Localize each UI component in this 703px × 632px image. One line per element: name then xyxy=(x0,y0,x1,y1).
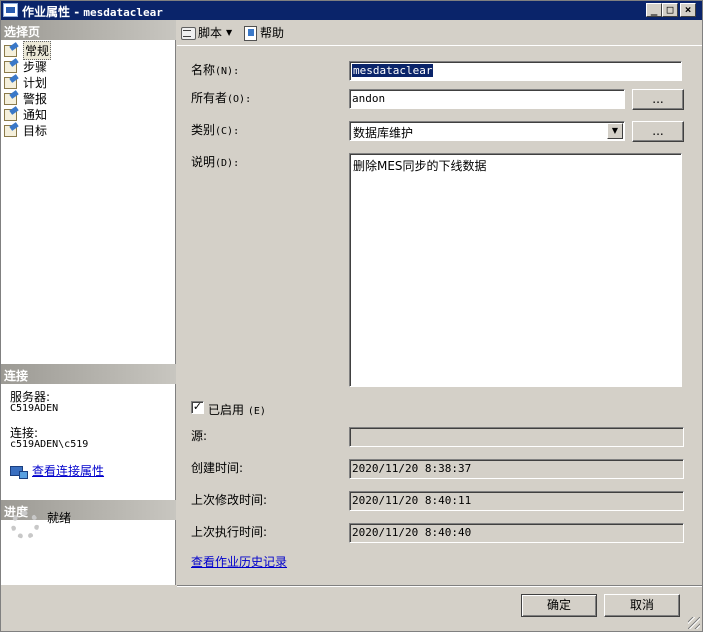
owner-input[interactable]: andon xyxy=(349,89,625,109)
property-page-icon xyxy=(3,124,20,137)
owner-browse-button[interactable]: ... xyxy=(632,89,684,110)
view-connection-properties-link[interactable]: 查看连接属性 xyxy=(10,462,104,479)
window-title: 作业属性 - mesdataclear xyxy=(22,5,163,19)
property-page-icon xyxy=(3,44,20,57)
description-label: 说明(D): xyxy=(191,155,240,169)
job-properties-window: 作业属性 - mesdataclear _ □ × 选择页 常规 步骤 计划 警… xyxy=(0,0,703,632)
title-bar[interactable]: 作业属性 - mesdataclear _ □ × xyxy=(1,1,702,20)
left-pane: 选择页 常规 步骤 计划 警报 通知 目标 连接 服务器: C519ADEN 连… xyxy=(1,20,176,585)
connection-info: 连接: c519ADEN\c519 xyxy=(10,426,89,450)
close-button[interactable]: × xyxy=(680,3,696,17)
minimize-button[interactable]: _ xyxy=(646,3,662,17)
nav-item-targets[interactable]: 目标 xyxy=(3,122,51,138)
created-field: 2020/11/20 8:38:37 xyxy=(349,459,684,479)
page-nav-list: 常规 步骤 计划 警报 通知 目标 xyxy=(3,40,52,138)
window-app-icon[interactable] xyxy=(3,3,18,17)
footer-separator xyxy=(177,585,702,587)
modified-label: 上次修改时间: xyxy=(191,493,268,507)
connection-label: 连接: xyxy=(10,426,39,440)
connection-properties-icon xyxy=(10,464,28,479)
help-icon xyxy=(242,25,258,41)
nav-item-alerts[interactable]: 警报 xyxy=(3,90,51,106)
help-button[interactable]: 帮助 xyxy=(242,24,284,41)
property-page-icon xyxy=(3,60,20,73)
chevron-down-icon[interactable]: ▼ xyxy=(226,28,232,37)
view-job-history-link[interactable]: 查看作业历史记录 xyxy=(191,553,287,570)
maximize-button[interactable]: □ xyxy=(662,3,678,17)
script-button[interactable]: 脚本 ▼ xyxy=(180,24,232,41)
server-info: 服务器: C519ADEN xyxy=(10,390,59,414)
category-label: 类别(C): xyxy=(191,123,240,137)
property-page-icon xyxy=(3,108,20,121)
nav-item-notifications[interactable]: 通知 xyxy=(3,106,51,122)
name-input[interactable]: mesdataclear xyxy=(349,61,682,81)
category-select[interactable]: 数据库维护 ▼ xyxy=(349,121,625,141)
source-field xyxy=(349,427,684,447)
chevron-down-icon[interactable]: ▼ xyxy=(607,123,623,139)
connection-value: c519ADEN\c519 xyxy=(10,439,89,450)
toolbar: 脚本 ▼ 帮助 xyxy=(177,20,702,46)
nav-item-schedules[interactable]: 计划 xyxy=(3,74,51,90)
source-label: 源: xyxy=(191,429,208,443)
executed-label: 上次执行时间: xyxy=(191,525,268,539)
property-page-icon xyxy=(3,76,20,89)
property-page-icon xyxy=(3,92,20,105)
modified-field: 2020/11/20 8:40:11 xyxy=(349,491,684,511)
select-page-header: 选择页 xyxy=(1,20,176,40)
nav-item-general[interactable]: 常规 xyxy=(3,40,52,60)
cancel-button[interactable]: 取消 xyxy=(604,594,680,617)
enabled-checkbox[interactable]: ✓ xyxy=(191,401,204,414)
resize-grip-icon[interactable] xyxy=(688,617,700,629)
nav-item-steps[interactable]: 步骤 xyxy=(3,58,51,74)
enabled-label: 已启用 (E) xyxy=(208,403,266,417)
owner-label: 所有者(O): xyxy=(191,91,252,105)
server-value: C519ADEN xyxy=(10,403,59,414)
server-label: 服务器: xyxy=(10,390,51,404)
name-label: 名称(N): xyxy=(191,63,240,77)
progress-spinner-icon xyxy=(11,511,39,539)
category-browse-button[interactable]: ... xyxy=(632,121,684,142)
created-label: 创建时间: xyxy=(191,461,244,475)
connection-header: 连接 xyxy=(1,364,176,384)
executed-field: 2020/11/20 8:40:40 xyxy=(349,523,684,543)
progress-status: 就绪 xyxy=(47,511,72,525)
ok-button[interactable]: 确定 xyxy=(521,594,597,617)
description-textarea[interactable]: 删除MES同步的下线数据 xyxy=(349,153,682,387)
script-icon xyxy=(180,25,196,41)
